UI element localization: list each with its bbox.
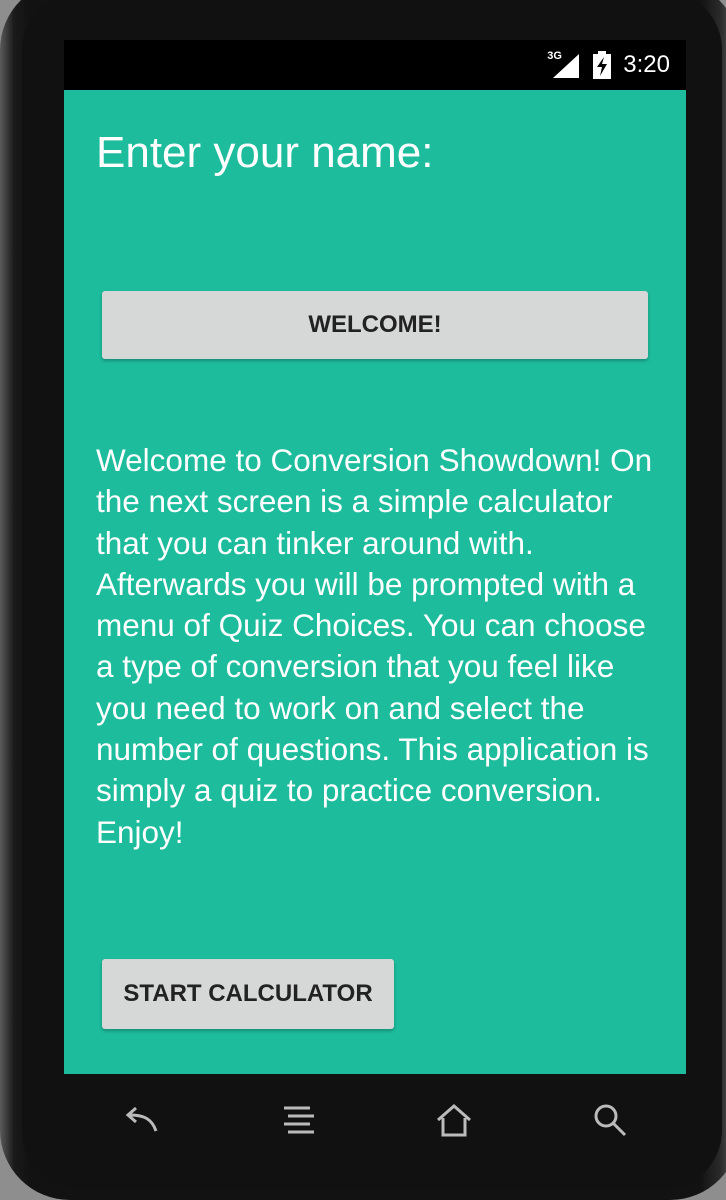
menu-icon[interactable]: [278, 1100, 318, 1140]
name-prompt: Enter your name:: [96, 128, 434, 177]
status-bar: 3G 3:20: [64, 40, 686, 90]
app-screen: Enter your name: WELCOME! Welcome to Con…: [64, 90, 686, 1074]
home-icon[interactable]: [434, 1100, 474, 1140]
signal-icon: 3G: [547, 50, 581, 80]
start-calculator-button[interactable]: START CALCULATOR: [102, 959, 394, 1029]
back-icon[interactable]: [120, 1100, 160, 1140]
welcome-description: Welcome to Conversion Showdown! On the n…: [96, 442, 653, 850]
navigation-bar: [64, 1074, 686, 1160]
welcome-button[interactable]: WELCOME!: [102, 291, 648, 359]
search-icon[interactable]: [590, 1100, 630, 1140]
battery-charging-icon: [593, 51, 612, 79]
clock: 3:20: [623, 51, 670, 78]
